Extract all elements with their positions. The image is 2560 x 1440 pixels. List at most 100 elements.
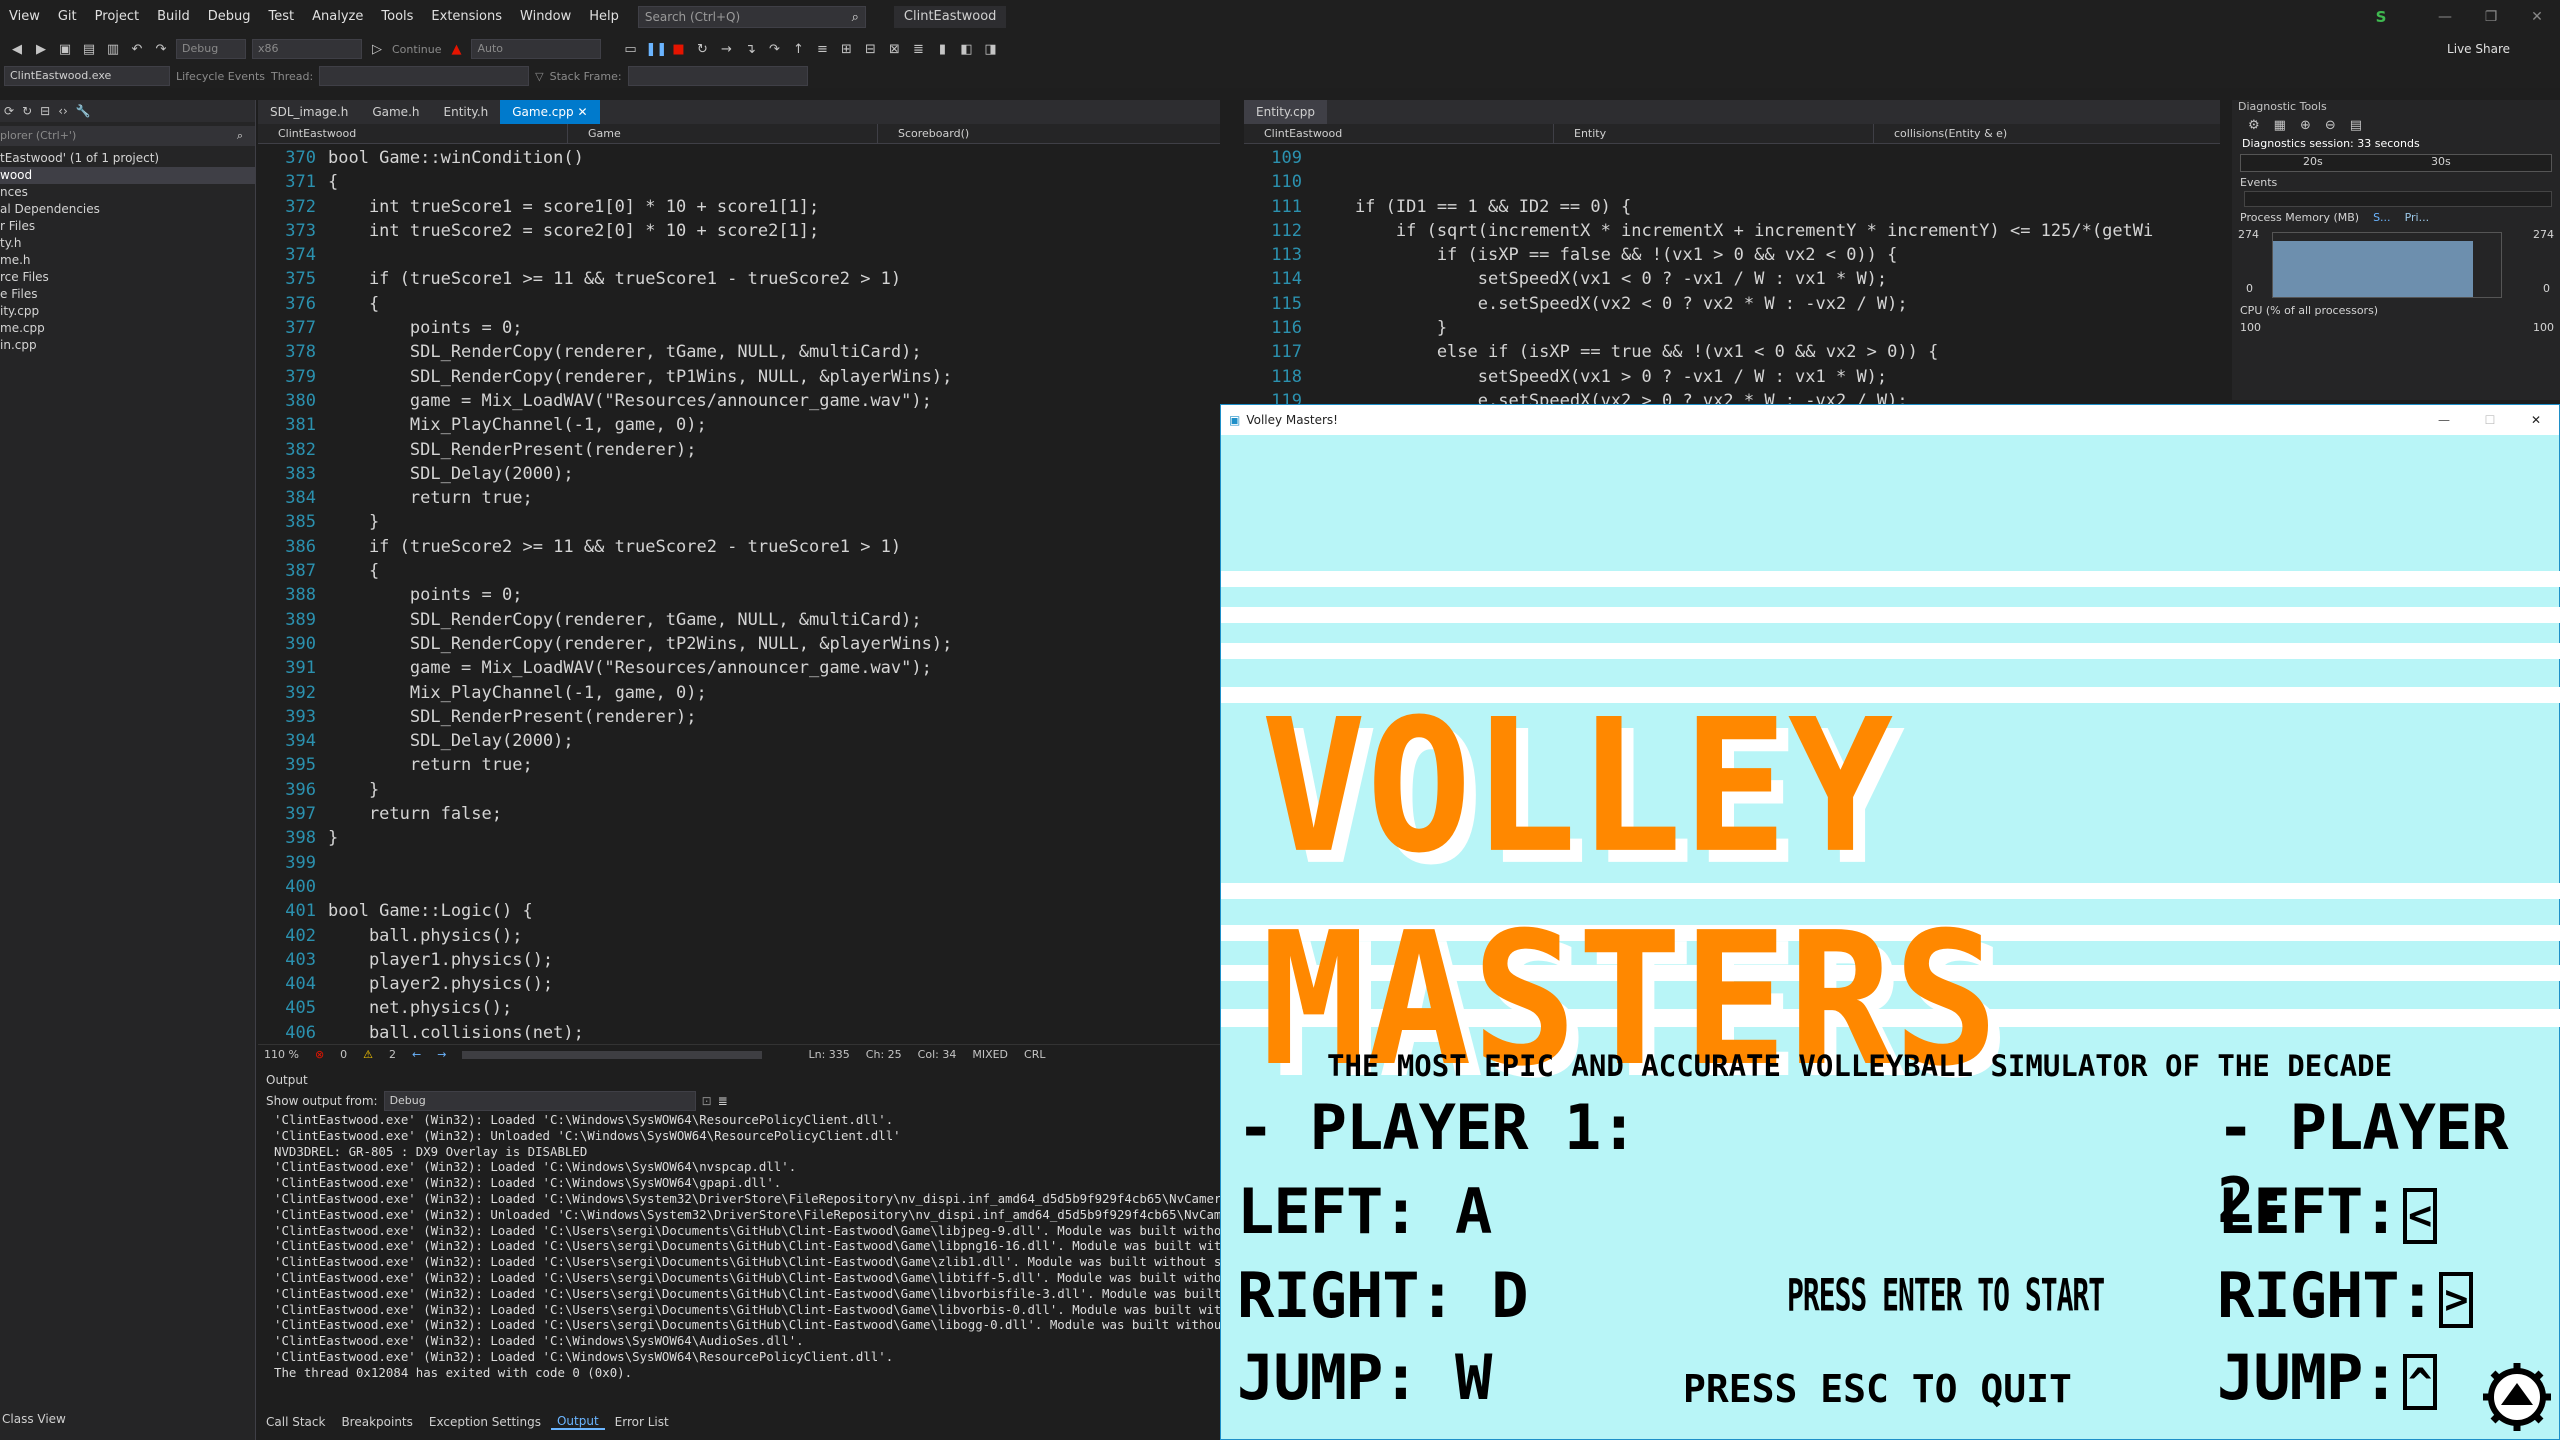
minimize-icon[interactable]: — [2422, 9, 2468, 25]
break-all-icon[interactable]: ⊟ [861, 42, 879, 57]
tree-item[interactable]: me.h [0, 252, 255, 269]
comment-icon[interactable]: ≣ [909, 42, 927, 57]
step-icon[interactable]: → [717, 42, 735, 57]
step-into-icon[interactable]: ↴ [741, 42, 759, 57]
game-title-bar[interactable]: ▣ Volley Masters! — ☐ ✕ [1221, 405, 2559, 435]
tab-call-stack[interactable]: Call Stack [260, 1415, 331, 1429]
threads-icon[interactable]: ⊞ [837, 42, 855, 57]
code-line[interactable]: 116 } [1244, 316, 2220, 340]
back-icon[interactable]: ◀ [8, 42, 26, 57]
tab-game-h[interactable]: Game.h [360, 100, 431, 124]
tab-breakpoints[interactable]: Breakpoints [335, 1415, 418, 1429]
new-item-icon[interactable]: ▣ [56, 42, 74, 57]
code-line[interactable]: 387 { [258, 559, 1220, 583]
game-window[interactable]: ▣ Volley Masters! — ☐ ✕ VOLLEY MASTERS V… [1220, 404, 2560, 1440]
code-line[interactable]: 113 if (isXP == false && !(vx1 > 0 && vx… [1244, 243, 2220, 267]
config-dropdown[interactable]: Debug [176, 39, 246, 59]
code-line[interactable]: 111 if (ID1 == 1 && ID2 == 0) { [1244, 195, 2220, 219]
zoom-in-icon[interactable]: ⊕ [2300, 118, 2311, 133]
step-out-icon[interactable]: ↑ [789, 42, 807, 57]
code-line[interactable]: 391 game = Mix_LoadWAV("Resources/announ… [258, 656, 1220, 680]
stop-icon[interactable]: ■ [669, 42, 687, 57]
code-line[interactable]: 388 points = 0; [258, 583, 1220, 607]
code-line[interactable]: 371 { [258, 170, 1220, 194]
code-line[interactable]: 373 int trueScore2 = score2[0] * 10 + sc… [258, 219, 1220, 243]
code-line[interactable]: 399 [258, 851, 1220, 875]
zoom-out-icon[interactable]: ⊖ [2325, 118, 2336, 133]
code-line[interactable]: 381 Mix_PlayChannel(-1, game, 0); [258, 413, 1220, 437]
menu-build[interactable]: Build [148, 0, 199, 34]
menu-project[interactable]: Project [86, 0, 148, 34]
continue-label[interactable]: Continue [392, 43, 441, 56]
menu-tools[interactable]: Tools [372, 0, 422, 34]
auto-dropdown[interactable]: Auto [471, 39, 602, 59]
user-avatar[interactable]: S [2370, 6, 2392, 28]
code-line[interactable]: 394 SDL_Delay(2000); [258, 729, 1220, 753]
nav-member[interactable]: Scoreboard() [878, 124, 1198, 144]
memory-label[interactable]: Process Memory (MB) [2240, 211, 2359, 224]
tree-item[interactable]: rce Files [0, 269, 255, 286]
menu-help[interactable]: Help [580, 0, 628, 34]
settings-icon[interactable]: ⚙ [2248, 118, 2260, 133]
code-line[interactable]: 401 bool Game::Logic() { [258, 899, 1220, 923]
code-line[interactable]: 402 ball.physics(); [258, 924, 1220, 948]
code-line[interactable]: 406 ball.collisions(net); [258, 1021, 1220, 1045]
code-line[interactable]: 376 { [258, 292, 1220, 316]
tree-item[interactable]: e Files [0, 286, 255, 303]
tab-sdl-image-h[interactable]: SDL_image.h [258, 100, 360, 124]
stack-frame-dropdown[interactable] [627, 66, 808, 86]
code-line[interactable]: 390 SDL_RenderCopy(renderer, tP2Wins, NU… [258, 632, 1220, 656]
code-line[interactable]: 377 points = 0; [258, 316, 1220, 340]
code-line[interactable]: 389 SDL_RenderCopy(renderer, tGame, NULL… [258, 608, 1220, 632]
menu-extensions[interactable]: Extensions [422, 0, 511, 34]
code-line[interactable]: 397 return false; [258, 802, 1220, 826]
code-line[interactable]: 118 setSpeedX(vx1 > 0 ? -vx1 / W : vx1 *… [1244, 365, 2220, 389]
code-line[interactable]: 114 setSpeedX(vx1 < 0 ? -vx1 / W : vx1 *… [1244, 267, 2220, 291]
game-maximize-icon[interactable]: ☐ [2467, 413, 2513, 427]
close-icon[interactable]: ✕ [2514, 9, 2560, 25]
nav-project[interactable]: ClintEastwood [258, 123, 568, 144]
tree-item[interactable]: ty.h [0, 235, 255, 252]
game-minimize-icon[interactable]: — [2421, 413, 2467, 427]
format-icon[interactable]: ⊠ [885, 42, 903, 57]
filter-icon[interactable]: ▽ [535, 70, 543, 83]
menu-view[interactable]: View [0, 0, 49, 34]
nav-project-right[interactable]: ClintEastwood [1244, 123, 1554, 144]
prev-bookmark-icon[interactable]: ◧ [957, 42, 975, 57]
live-share-button[interactable]: Live Share [2447, 42, 2510, 56]
nav-member-right[interactable]: collisions(Entity & e) [1874, 124, 2194, 144]
code-line[interactable]: 378 SDL_RenderCopy(renderer, tGame, NULL… [258, 340, 1220, 364]
tab-error-list[interactable]: Error List [609, 1415, 675, 1429]
game-canvas[interactable]: VOLLEY MASTERS VOLLEY MASTERS THE MOST E… [1221, 435, 2560, 1439]
tree-item[interactable]: al Dependencies [0, 201, 255, 218]
menu-analyze[interactable]: Analyze [303, 0, 372, 34]
output-text[interactable]: 'ClintEastwood.exe' (Win32): Loaded 'C:\… [258, 1112, 1220, 1381]
nav-class-right[interactable]: Entity [1554, 123, 1874, 144]
tree-item[interactable]: r Files [0, 218, 255, 235]
code-icon[interactable]: ‹› [58, 104, 68, 118]
select-tools-icon[interactable]: ▦ [2274, 118, 2286, 133]
nav-forward-icon[interactable]: → [437, 1048, 446, 1061]
tab-entity-cpp[interactable]: Entity.cpp [1244, 100, 1327, 124]
tab-output[interactable]: Output [550, 1414, 605, 1430]
code-line[interactable]: 382 SDL_RenderPresent(renderer); [258, 438, 1220, 462]
code-line[interactable]: 112 if (sqrt(incrementX * incrementX + i… [1244, 219, 2220, 243]
code-line[interactable]: 115 e.setSpeedX(vx2 < 0 ? vx2 * W : -vx2… [1244, 292, 2220, 316]
reset-icon[interactable]: ▤ [2350, 118, 2362, 133]
forward-icon[interactable]: ▶ [32, 42, 50, 57]
status-eol[interactable]: MIXED [972, 1048, 1008, 1061]
tab-exception-settings[interactable]: Exception Settings [423, 1415, 547, 1429]
game-close-icon[interactable]: ✕ [2513, 413, 2559, 427]
refresh-icon[interactable]: ↻ [22, 104, 32, 118]
events-header[interactable]: Events [2232, 176, 2560, 189]
clear-output-icon[interactable]: ⊡ [702, 1094, 712, 1108]
warning-count[interactable]: 2 [389, 1048, 396, 1061]
code-line[interactable]: 380 game = Mix_LoadWAV("Resources/announ… [258, 389, 1220, 413]
save-all-icon[interactable]: ▥ [104, 42, 122, 57]
code-line[interactable]: 392 Mix_PlayChannel(-1, game, 0); [258, 681, 1220, 705]
thread-dropdown[interactable] [319, 66, 530, 86]
properties-icon[interactable]: 🔧 [76, 104, 91, 118]
code-line[interactable]: 403 player1.physics(); [258, 948, 1220, 972]
horizontal-scrollbar[interactable] [462, 1050, 763, 1059]
code-line[interactable]: 117 else if (isXP == true && !(vx1 < 0 &… [1244, 340, 2220, 364]
